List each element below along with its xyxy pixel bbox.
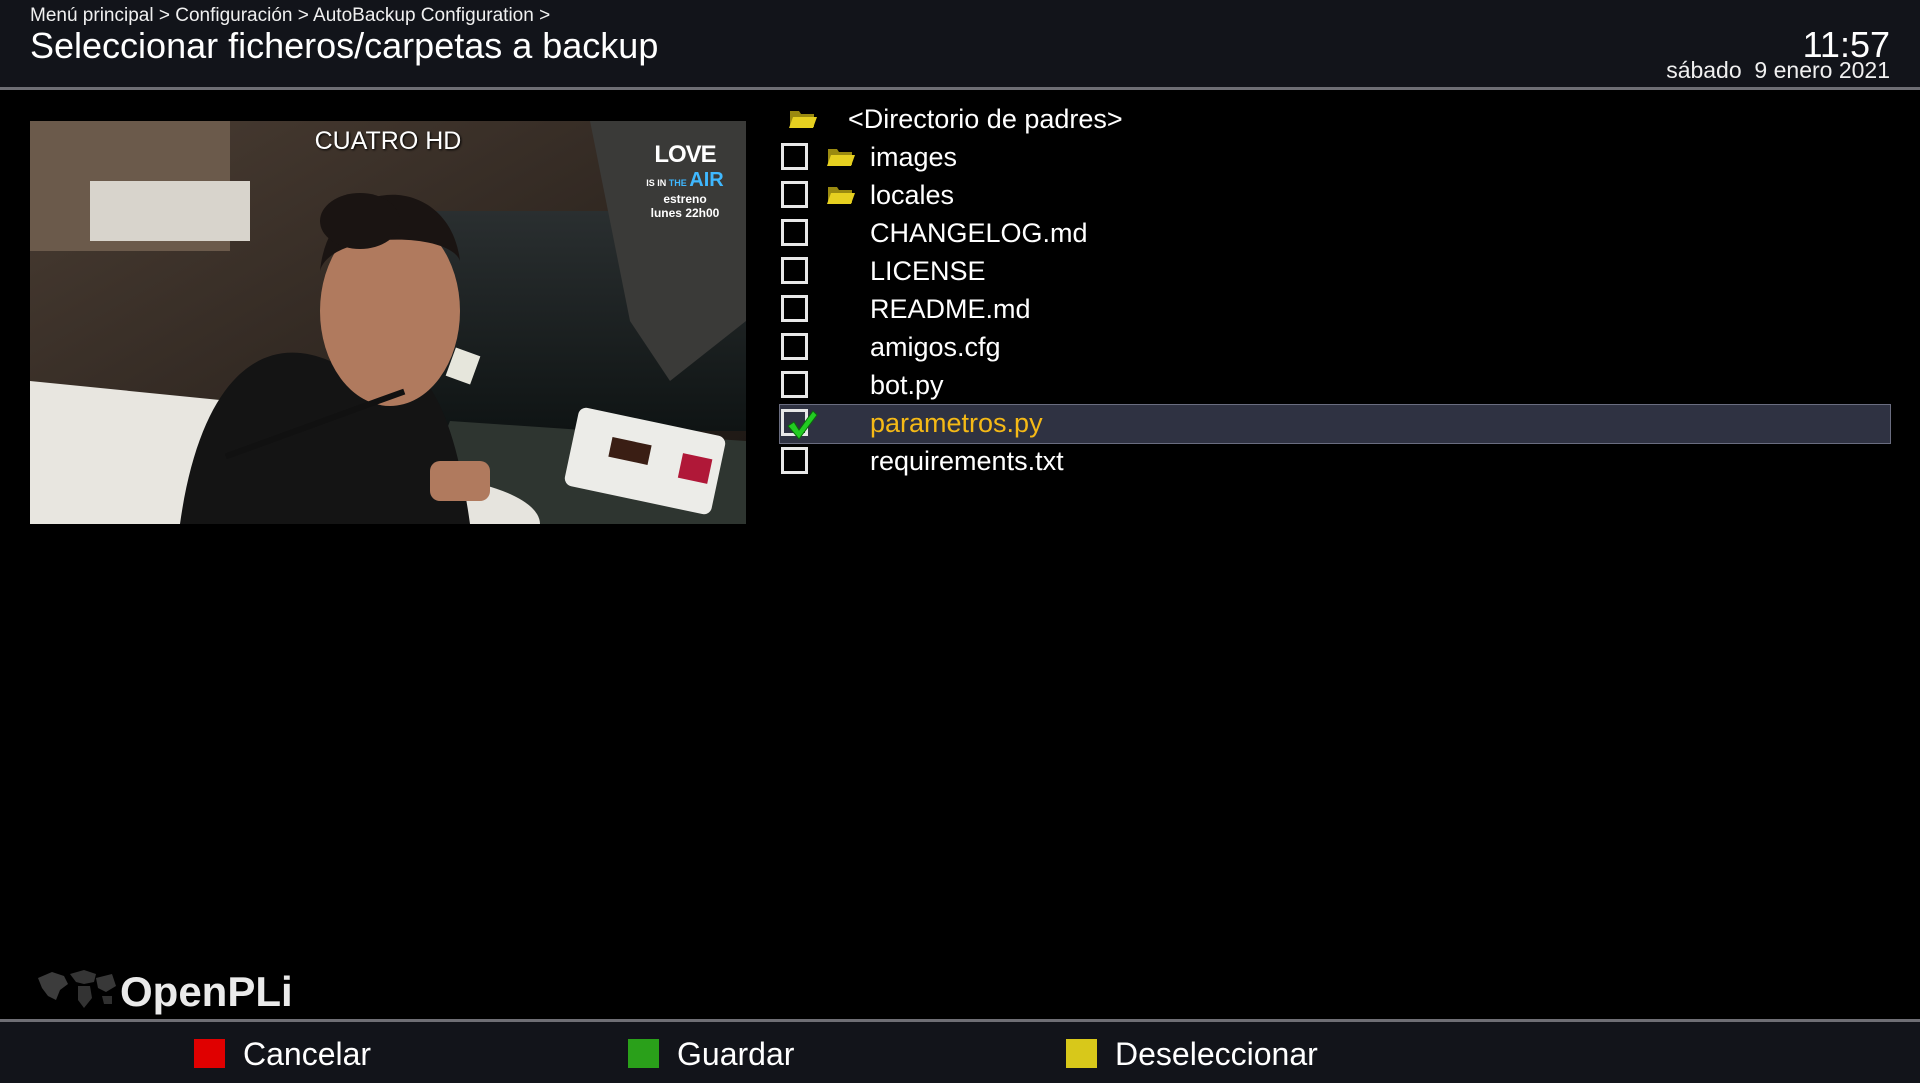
file-label: CHANGELOG.md (870, 218, 1088, 248)
promo-isin: IS IN (646, 178, 667, 188)
file-label: bot.py (870, 370, 944, 400)
parent-directory-row[interactable]: <Directorio de padres> (780, 101, 1890, 139)
file-label: amigos.cfg (870, 332, 1001, 362)
open-folder-icon (789, 111, 817, 128)
promo-logo: LOVE IS IN THE AIR estreno lunes 22h00 (630, 141, 740, 220)
checkbox[interactable] (781, 143, 808, 170)
file-label: locales (870, 180, 955, 210)
green-key-icon (628, 1039, 659, 1068)
file-row-locales[interactable]: locales (780, 177, 1890, 215)
header-bar: Menú principal > Configuración > AutoBac… (0, 0, 1920, 90)
breadcrumb: Menú principal > Configuración > AutoBac… (30, 5, 551, 26)
file-row-parametros[interactable]: parametros.py (779, 404, 1891, 444)
file-row-changelog[interactable]: CHANGELOG.md (780, 215, 1890, 253)
checkbox[interactable] (781, 447, 808, 474)
folder-icon (827, 187, 855, 204)
promo-air: AIR (689, 169, 724, 191)
file-label: images (870, 142, 958, 172)
checkbox[interactable] (781, 257, 808, 284)
file-label: LICENSE (870, 256, 986, 286)
checkbox[interactable] (781, 295, 808, 322)
file-label: parametros.py (870, 408, 1043, 438)
tv-preview: CUATRO HD LOVE IS IN THE AIR estreno lun… (30, 121, 746, 524)
checkbox[interactable] (781, 333, 808, 360)
promo-the: THE (668, 178, 687, 188)
file-row-license[interactable]: LICENSE (780, 253, 1890, 291)
page-title: Seleccionar ficheros/carpetas a backup (30, 25, 659, 66)
promo-line1: estreno (663, 192, 707, 206)
footer-bar: Cancelar Guardar Deseleccionar (0, 1019, 1920, 1083)
checkbox[interactable] (781, 219, 808, 246)
openpli-logo: OpenPLi (34, 964, 293, 1015)
file-label: README.md (870, 294, 1031, 324)
promo-line2: lunes 22h00 (650, 206, 720, 220)
yellow-key-icon (1066, 1039, 1097, 1068)
checkmark-icon (787, 410, 818, 440)
folder-icon (827, 149, 855, 166)
file-label: requirements.txt (870, 446, 1064, 476)
file-row-bot[interactable]: bot.py (780, 367, 1890, 405)
world-map-icon (38, 970, 116, 1008)
green-key-label: Guardar (677, 1036, 795, 1072)
checkbox[interactable] (781, 371, 808, 398)
checkbox-checked[interactable] (781, 409, 818, 440)
red-key-icon (194, 1039, 225, 1068)
promo-love: LOVE (654, 141, 716, 168)
file-row-readme[interactable]: README.md (780, 291, 1890, 329)
date: sábado 9 enero 2021 (1666, 57, 1890, 83)
red-key-label: Cancelar (243, 1036, 372, 1072)
checkbox[interactable] (781, 181, 808, 208)
parent-directory-label: <Directorio de padres> (848, 104, 1123, 134)
file-row-requirements[interactable]: requirements.txt (780, 443, 1890, 481)
file-row-images[interactable]: images (780, 139, 1890, 177)
file-row-amigos[interactable]: amigos.cfg (780, 329, 1890, 367)
file-list[interactable]: <Directorio de padres> images locales CH… (779, 101, 1891, 481)
yellow-key-label: Deseleccionar (1115, 1036, 1318, 1072)
brand-name: OpenPLi (120, 968, 293, 1015)
